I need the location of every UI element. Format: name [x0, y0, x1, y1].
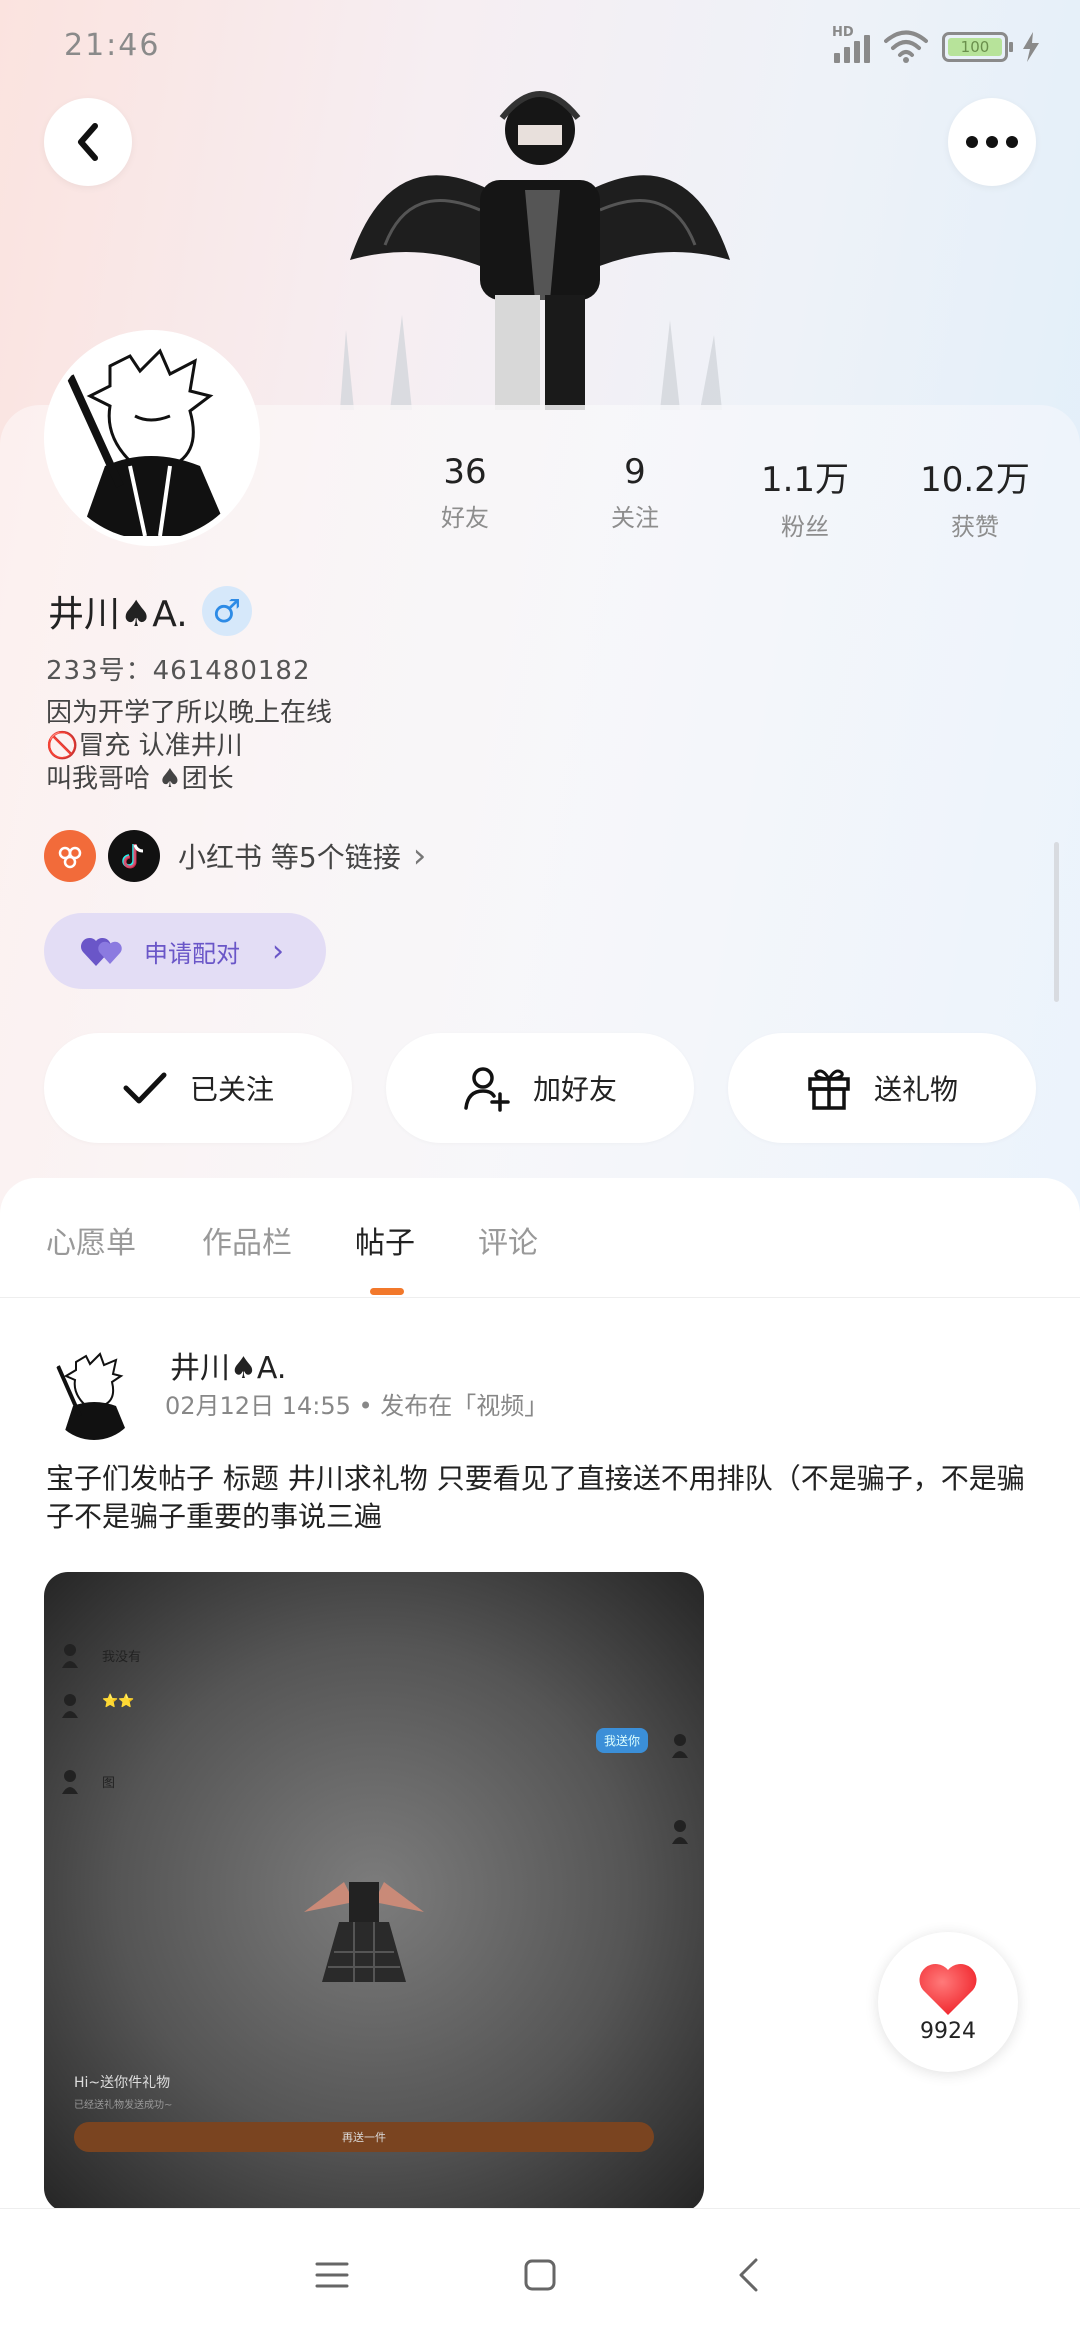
avatar-character-image — [340, 91, 730, 410]
system-nav-bar — [0, 2208, 1080, 2340]
status-time: 21:46 — [64, 28, 161, 63]
match-label: 申请配对 — [144, 939, 240, 968]
heart-icon — [919, 1963, 977, 2015]
profile-avatar[interactable] — [44, 330, 260, 546]
charging-icon — [1023, 32, 1039, 62]
stat-likes[interactable]: 10.2万 获赞 — [890, 452, 1060, 542]
chat-line: 图 — [102, 1776, 116, 1791]
chevron-right-icon: › — [412, 836, 427, 876]
tab-indicator — [370, 1288, 404, 1295]
stat-label: 好友 — [441, 504, 489, 532]
add-friend-label: 加好友 — [532, 1073, 617, 1106]
tab-posts[interactable]: 帖子 — [355, 1218, 415, 1262]
profile-stats: 36 好友 9 关注 1.1万 粉丝 10.2万 获赞 — [380, 452, 1060, 542]
user-id[interactable]: 233号：461480182 — [46, 650, 311, 687]
like-count: 9924 — [920, 2018, 976, 2044]
status-icons: HD 100 — [832, 25, 1040, 64]
chat-avatar-icon — [62, 1644, 78, 1668]
home-square-icon — [524, 2259, 556, 2290]
stat-label: 粉丝 — [781, 513, 829, 541]
bio-line: 🚫冒充 认准井川 — [46, 731, 243, 761]
chat-avatar-icon — [62, 1770, 78, 1794]
tab-comments[interactable]: 评论 — [478, 1218, 538, 1262]
stat-fans[interactable]: 1.1万 粉丝 — [720, 452, 890, 542]
post-author-name[interactable]: 井川♠A. — [170, 1343, 286, 1387]
stat-label: 关注 — [611, 504, 659, 532]
chevron-left-icon — [78, 123, 98, 161]
xiaohongshu-icon — [44, 830, 96, 882]
tab-bar: 心愿单 作品栏 帖子 评论 — [0, 1178, 1080, 1298]
stat-friends[interactable]: 36 好友 — [380, 452, 550, 542]
bio-line: 叫我哥哈 ♠团长 — [46, 764, 234, 794]
chat-bubble: 我送你 — [595, 1728, 648, 1753]
network-label: HD — [832, 25, 854, 40]
send-gift-label: 送礼物 — [873, 1073, 958, 1106]
wifi-icon — [884, 30, 928, 63]
links-label: 小红书 等5个链接 — [178, 841, 401, 874]
signal-icon: HD — [832, 25, 870, 63]
post-image[interactable]: 我没有 ⭐⭐ 图 我送你 Hi~送你件礼物 已经送礼物发送成功~ 再送一件 — [44, 1572, 704, 2212]
username-row: 井川♠A. ♂ — [48, 585, 252, 637]
post-meta: 02月12日 14:55 • 发布在「视频」 — [165, 1392, 549, 1420]
hearts-icon — [80, 937, 122, 966]
gender-male-icon: ♂ — [201, 586, 252, 636]
add-friend-button[interactable]: 加好友 — [386, 1033, 694, 1143]
avatar-image — [48, 1348, 140, 1440]
gift-subtitle: 已经送礼物发送成功~ — [74, 2100, 173, 2111]
stat-value: 36 — [443, 452, 487, 492]
douyin-icon — [108, 830, 160, 882]
gift-title: Hi~送你件礼物 — [74, 2075, 171, 2091]
stat-following[interactable]: 9 关注 — [550, 452, 720, 542]
chat-line: ⭐⭐ — [102, 1694, 135, 1709]
stat-value: 9 — [624, 452, 646, 492]
chat-avatar-icon — [672, 1734, 688, 1758]
gift-dress-image — [304, 1882, 424, 1982]
tab-works[interactable]: 作品栏 — [202, 1218, 292, 1262]
chat-avatar-icon — [672, 1820, 688, 1844]
avatar-image — [50, 336, 254, 540]
add-user-icon — [464, 1067, 510, 1112]
tab-wishlist[interactable]: 心愿单 — [46, 1218, 136, 1262]
chevron-right-icon: › — [272, 933, 284, 969]
post-author-avatar[interactable] — [48, 1348, 140, 1440]
chat-avatar-icon — [62, 1694, 78, 1718]
match-request-button[interactable]: 申请配对 › — [44, 913, 326, 989]
more-dots-icon — [966, 136, 1018, 148]
action-buttons: 已关注 加好友 送礼物 — [44, 1033, 1036, 1143]
battery-icon: 100 — [942, 32, 1013, 62]
stat-value: 1.1万 — [760, 460, 850, 500]
nav-home-button[interactable] — [515, 2250, 565, 2300]
gift-again-button: 再送一件 — [74, 2122, 654, 2152]
like-button[interactable]: 9924 — [878, 1932, 1018, 2072]
more-button[interactable] — [948, 98, 1036, 186]
battery-level: 100 — [948, 38, 1002, 56]
stat-value: 10.2万 — [920, 460, 1030, 500]
chat-line: 我没有 — [102, 1650, 142, 1665]
nav-back-button[interactable] — [723, 2250, 773, 2300]
stat-label: 获赞 — [951, 513, 999, 541]
followed-button[interactable]: 已关注 — [44, 1033, 352, 1143]
check-icon — [123, 1072, 167, 1104]
followed-label: 已关注 — [189, 1073, 274, 1106]
back-button[interactable] — [44, 98, 132, 186]
back-triangle-icon — [739, 2258, 758, 2291]
menu-icon — [315, 2262, 349, 2287]
send-gift-button[interactable]: 送礼物 — [728, 1033, 1036, 1143]
bio-line: 因为开学了所以晚上在线 — [46, 698, 333, 728]
gift-icon — [808, 1069, 850, 1110]
nav-menu-button[interactable] — [307, 2250, 357, 2300]
bio: 因为开学了所以晚上在线 🚫冒充 认准井川 叫我哥哈 ♠团长 — [46, 697, 332, 796]
post-body[interactable]: 宝子们发帖子 标题 井川求礼物 只要看见了直接送不用排队（不是骗子，不是骗子不是… — [46, 1460, 1036, 1536]
scrollbar[interactable] — [1054, 842, 1059, 1002]
username: 井川♠A. — [48, 594, 188, 635]
external-links[interactable]: 小红书 等5个链接 › — [44, 830, 426, 882]
